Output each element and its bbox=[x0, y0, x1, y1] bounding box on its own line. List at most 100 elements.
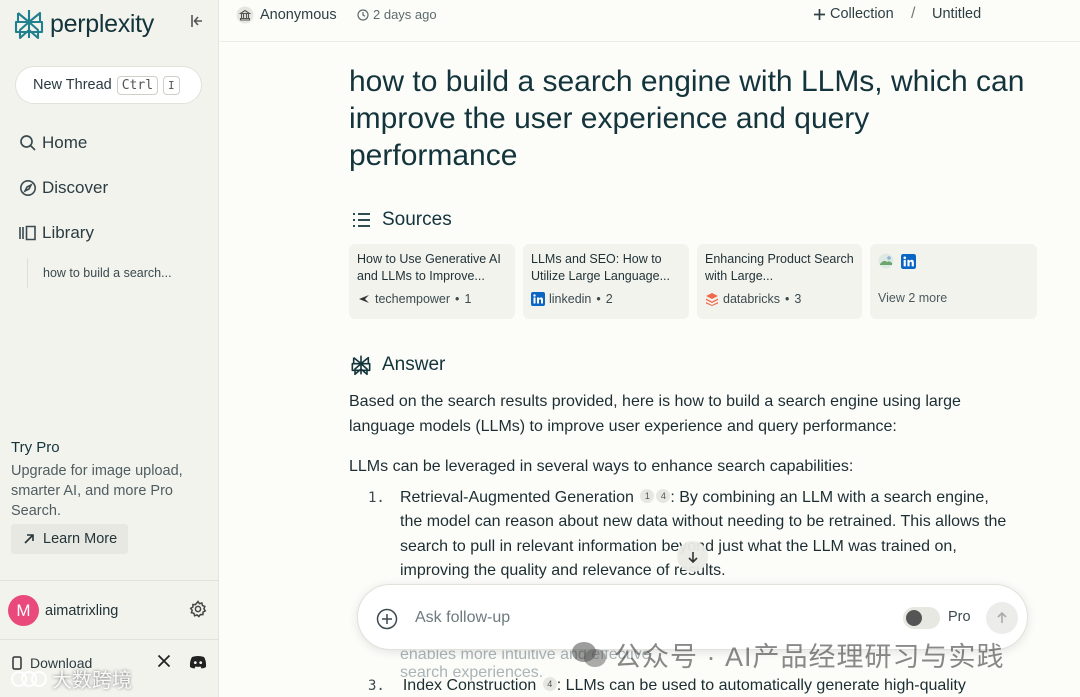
source-index: 1 bbox=[464, 292, 472, 306]
source-site: linkedin bbox=[549, 292, 592, 306]
sidebar-item-home[interactable]: Home bbox=[18, 133, 87, 153]
try-pro-title: Try Pro bbox=[11, 439, 60, 456]
library-thread-item[interactable]: how to build a search... bbox=[43, 266, 172, 280]
source-dot: • bbox=[784, 292, 790, 306]
sidebar-divider bbox=[0, 580, 219, 581]
watermark-logo-icon bbox=[11, 670, 47, 687]
new-thread-button[interactable]: New Thread Ctrl I bbox=[15, 66, 202, 104]
anonymous-user-icon bbox=[236, 6, 254, 24]
more-source-favicons bbox=[878, 253, 1029, 269]
plus-circle-icon bbox=[376, 608, 398, 630]
library-tree-line bbox=[27, 258, 28, 288]
source-title: LLMs and SEO: How to Utilize Large Langu… bbox=[531, 252, 670, 283]
view-more-label: View 2 more bbox=[878, 291, 948, 305]
wechat-icon bbox=[572, 641, 606, 667]
learn-more-label: Learn More bbox=[43, 531, 118, 547]
citation-badge[interactable]: 1 bbox=[640, 488, 655, 503]
settings-button[interactable] bbox=[189, 600, 207, 623]
source-meta: databricks • 3 bbox=[705, 292, 854, 306]
author-name: Anonymous bbox=[260, 7, 337, 23]
corner-watermark-text: 大数跨境 bbox=[52, 670, 132, 692]
follow-up-input[interactable] bbox=[415, 603, 885, 633]
new-thread-label: New Thread bbox=[33, 77, 112, 93]
answer-heading: Answer bbox=[350, 354, 445, 376]
library-icon bbox=[18, 223, 38, 243]
answer-list: 1. Retrieval-Augmented Generation 14: By… bbox=[349, 486, 1014, 584]
toggle-knob bbox=[906, 610, 922, 626]
answer-perplexity-icon bbox=[350, 354, 372, 376]
clock-icon bbox=[357, 8, 369, 21]
source-meta: techempower • 1 bbox=[357, 292, 507, 306]
collection-label: Collection bbox=[830, 6, 894, 22]
arrow-up-right-icon bbox=[24, 534, 34, 544]
list-item-title: Index Construction bbox=[402, 677, 537, 694]
linkedin-icon bbox=[901, 253, 916, 269]
source-card[interactable]: Enhancing Product Search with Large... d… bbox=[697, 244, 862, 319]
answer-lead: LLMs can be leveraged in several ways to… bbox=[349, 458, 854, 475]
discord-link[interactable] bbox=[189, 655, 207, 674]
timestamp-text: 2 days ago bbox=[373, 7, 437, 22]
list-number: 3. bbox=[368, 678, 385, 694]
arrow-down-icon bbox=[687, 551, 698, 563]
list-item-title: Retrieval-Augmented Generation bbox=[400, 488, 634, 506]
collapse-sidebar-button[interactable] bbox=[189, 13, 205, 33]
source-meta: linkedin • 2 bbox=[531, 292, 681, 306]
sidebar-item-label: Home bbox=[42, 133, 88, 152]
sidebar-item-label: Discover bbox=[42, 178, 109, 197]
attach-button[interactable] bbox=[376, 608, 398, 635]
author-chip: Anonymous bbox=[236, 6, 337, 24]
databricks-icon bbox=[705, 292, 719, 306]
arrow-up-icon bbox=[997, 611, 1007, 623]
watermark-text: 公众号 · AI产品经理研习与实践 bbox=[614, 642, 1005, 672]
shortcut-key-i: I bbox=[163, 75, 180, 95]
add-to-collection-button[interactable]: Collection bbox=[813, 6, 894, 22]
sidebar-divider bbox=[0, 639, 219, 640]
view-more-sources[interactable]: View 2 more bbox=[870, 244, 1037, 319]
sidebar-item-discover[interactable]: Discover bbox=[18, 178, 108, 198]
sources-heading: Sources bbox=[350, 209, 452, 231]
source-card[interactable]: How to Use Generative AI and LLMs to Imp… bbox=[349, 244, 515, 319]
image-favicon-icon bbox=[878, 253, 894, 269]
sources-heading-text: Sources bbox=[382, 209, 452, 230]
timestamp: 2 days ago bbox=[357, 7, 437, 22]
x-logo-icon bbox=[157, 654, 171, 668]
try-pro-description: Upgrade for image upload, smarter AI, an… bbox=[11, 463, 183, 519]
sidebar-item-label: Library bbox=[42, 223, 94, 242]
page-title: how to build a search engine with LLMs, … bbox=[349, 65, 1025, 172]
wechat-watermark: 公众号 · AI产品经理研习与实践 bbox=[570, 635, 1005, 674]
scroll-to-bottom-button[interactable] bbox=[677, 541, 708, 572]
gear-icon bbox=[189, 600, 207, 618]
discord-icon bbox=[189, 656, 207, 669]
collapse-left-icon bbox=[191, 15, 202, 27]
source-dot: • bbox=[596, 292, 601, 306]
brand-logo[interactable]: perplexity bbox=[14, 8, 154, 40]
user-profile[interactable]: M aimatrixling bbox=[8, 595, 118, 626]
source-title: How to Use Generative AI and LLMs to Imp… bbox=[357, 252, 501, 283]
list-number: 1. bbox=[368, 489, 385, 506]
source-card[interactable]: LLMs and SEO: How to Utilize Large Langu… bbox=[523, 244, 689, 319]
breadcrumb-separator: / bbox=[911, 5, 916, 22]
answer-intro: Based on the search results provided, he… bbox=[349, 393, 961, 435]
brand-name: perplexity bbox=[50, 9, 154, 38]
source-title: Enhancing Product Search with Large... bbox=[705, 252, 854, 283]
submit-button[interactable] bbox=[986, 602, 1018, 634]
linkedin-icon bbox=[531, 292, 545, 306]
pro-toggle[interactable] bbox=[903, 607, 940, 629]
corner-watermark: 大数跨境 bbox=[10, 664, 132, 693]
sidebar-item-library[interactable]: Library bbox=[18, 223, 94, 243]
citation-badge[interactable]: 4 bbox=[656, 488, 671, 503]
source-dot: • bbox=[455, 292, 460, 306]
x-twitter-link[interactable] bbox=[157, 654, 171, 673]
thread-header: Anonymous 2 days ago Collection / Untitl… bbox=[220, 0, 1080, 42]
avatar: M bbox=[8, 595, 39, 626]
perplexity-logo-icon bbox=[14, 10, 44, 40]
source-site: techempower bbox=[375, 292, 451, 306]
learn-more-button[interactable]: Learn More bbox=[11, 524, 128, 554]
search-icon bbox=[18, 133, 38, 153]
source-site: databricks bbox=[723, 292, 780, 306]
answer-heading-text: Answer bbox=[382, 354, 446, 375]
citation-badge[interactable]: 4 bbox=[542, 677, 557, 691]
thread-title[interactable]: Untitled bbox=[932, 6, 981, 22]
source-index: 2 bbox=[605, 292, 613, 306]
techempower-favicon-icon bbox=[357, 292, 371, 306]
